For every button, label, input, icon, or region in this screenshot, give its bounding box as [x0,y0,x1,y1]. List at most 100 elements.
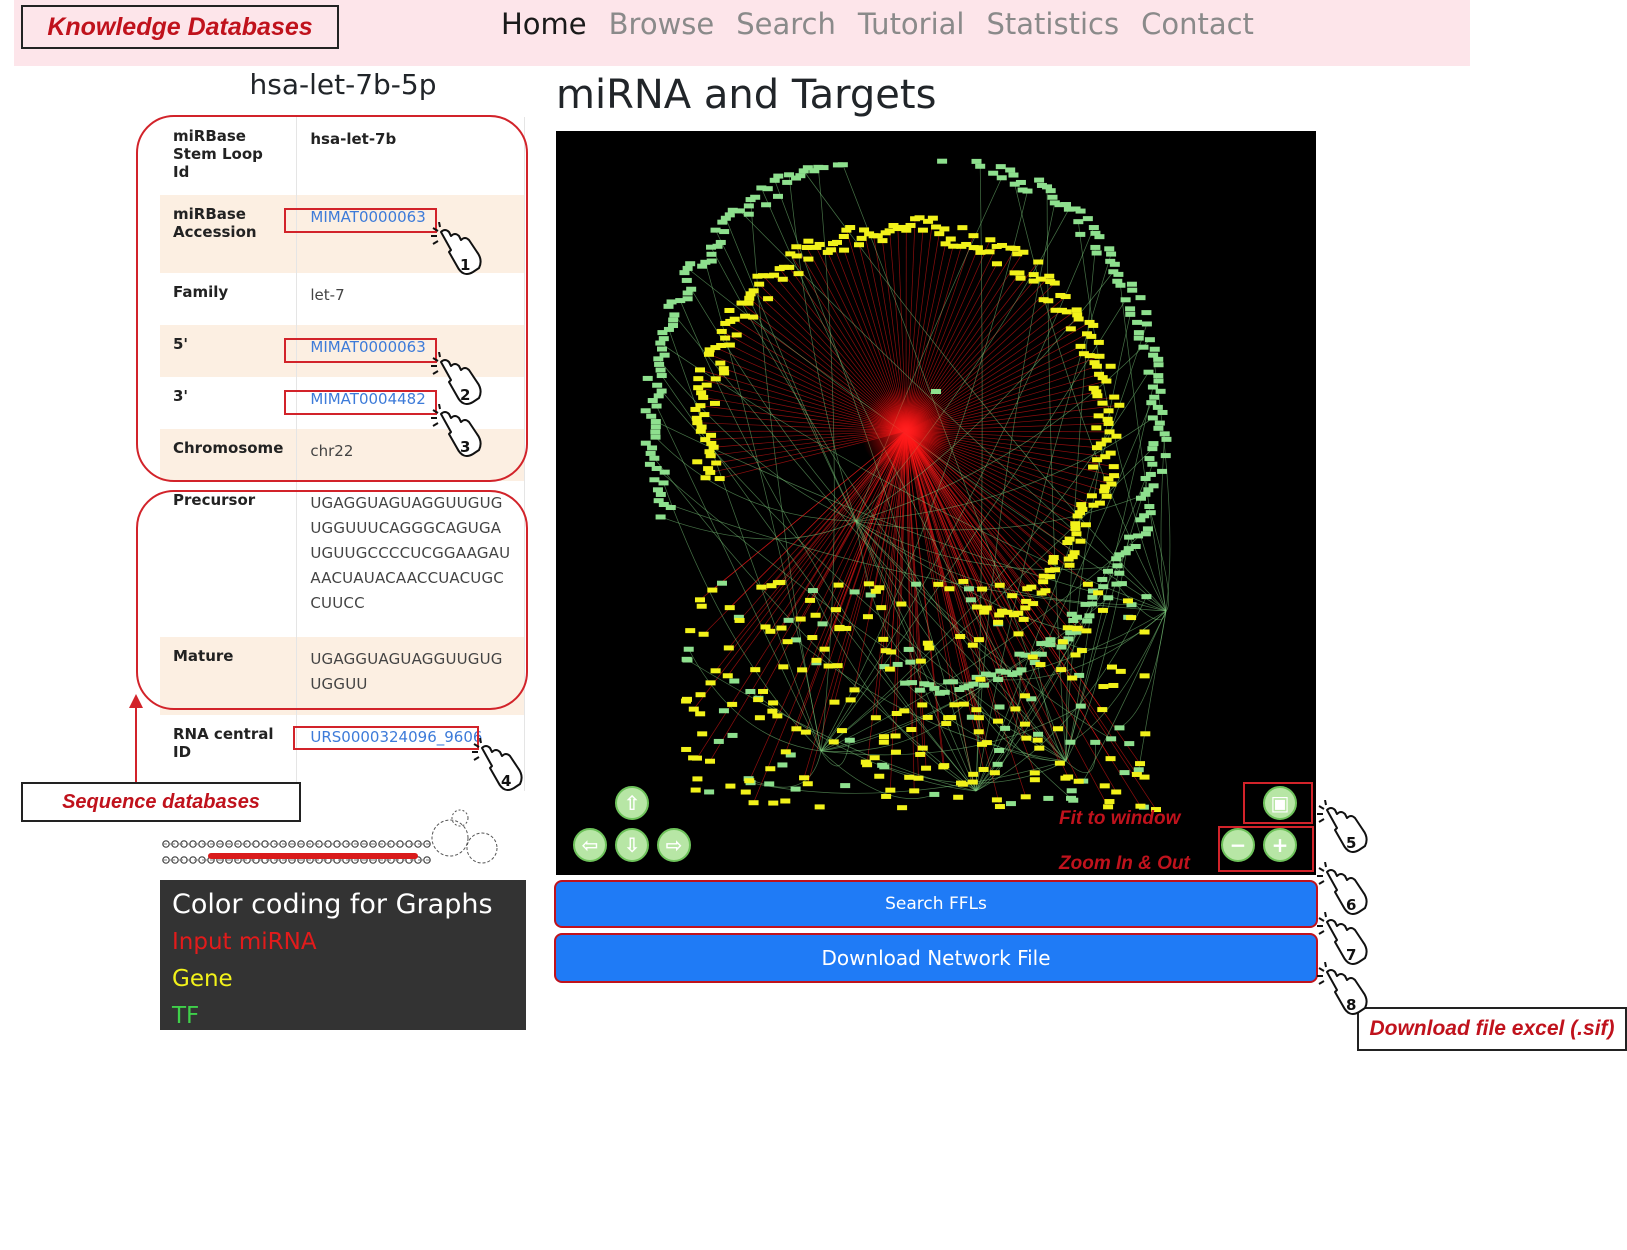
tf-node [685,261,696,267]
tf-node [795,173,806,179]
gene-node [692,776,703,782]
zoom-out-button[interactable]: − [1221,828,1255,862]
gene-node [1082,581,1093,587]
tf-node [1147,446,1158,452]
tf-node [704,789,715,795]
tf-node [1068,797,1079,803]
tf-node [1161,436,1172,442]
gene-node [905,222,916,228]
gene-node [1007,593,1018,599]
tf-node [782,179,793,185]
nav-contact[interactable]: Contact [1141,4,1254,44]
gene-node [748,800,759,806]
tf-node [1109,261,1120,267]
gene-node [800,729,811,735]
gene-node [878,734,889,740]
gene-node [955,634,966,640]
tf-node [1111,556,1122,562]
graph-edge [1046,186,1067,762]
gene-node [1010,706,1021,712]
tf-node [651,403,662,409]
tf-node [668,323,679,329]
tf-node [647,398,658,404]
mirbase-accession-link[interactable]: MIMAT0000063 [310,208,425,226]
zoom-in-button[interactable]: + [1263,828,1297,862]
gene-node [1111,433,1122,439]
gene-node [922,714,933,720]
tf-node [1075,703,1086,709]
tf-node [1127,287,1138,293]
tf-node [1119,770,1130,776]
gene-node [1065,326,1076,332]
gene-node [1070,525,1081,531]
gene-node [704,449,715,455]
gene-node [1101,378,1112,384]
gene-node [836,728,847,734]
tf-node [943,679,954,685]
gene-node [939,226,950,232]
network-graph-canvas[interactable]: ⇧ ⇦ ⇩ ⇨ ▣ − + Fit to window Zoom In & Ou… [556,131,1316,875]
tf-node [1084,613,1095,619]
gene-node [695,403,706,409]
gene-node [1139,629,1150,635]
tf-node [934,690,945,696]
tf-node [892,661,903,667]
nav-home[interactable]: Home [501,4,587,44]
gene-node [1086,333,1097,339]
gene-node [1029,770,1040,776]
gene-node [810,612,821,618]
gene-node [1014,270,1025,276]
gene-node [977,586,988,592]
tf-node [669,312,680,318]
tf-node [655,514,666,520]
gene-node [994,612,1005,618]
pan-up-button[interactable]: ⇧ [615,786,649,820]
nav-tutorial[interactable]: Tutorial [858,4,965,44]
gene-node [856,235,867,241]
gene-node [694,597,705,603]
gene-node [1131,771,1142,777]
tf-node [937,158,948,164]
gene-node [881,793,892,799]
gene-node [1104,429,1115,435]
pan-left-button[interactable]: ⇦ [573,828,607,862]
download-network-button[interactable]: Download Network File [556,935,1316,981]
tf-node [650,429,661,435]
fit-to-window-button[interactable]: ▣ [1263,786,1297,820]
gene-node [765,766,776,772]
pan-down-button[interactable]: ⇩ [615,828,649,862]
three-prime-link[interactable]: MIMAT0004482 [310,390,425,408]
search-ffls-button[interactable]: Search FFLs [556,882,1316,926]
tf-node [965,597,976,603]
gene-node [1109,394,1120,400]
rna-central-link[interactable]: URS0000324096_9606 [310,728,482,746]
tf-node [1133,330,1144,336]
tf-node [1087,594,1098,600]
gene-node [703,351,714,357]
nav-search[interactable]: Search [736,4,836,44]
tf-node [647,445,658,451]
table-row: Mature UGAGGUAGUAGGUUGUGUGGUU [160,637,525,715]
tf-node [988,170,999,176]
gene-node [1020,794,1031,800]
gene-node [1075,538,1086,544]
gene-node [768,800,779,806]
gene-node [884,666,895,672]
gene-node [922,640,933,646]
table-row: Precursor UGAGGUAGUAGGUUGUGUGGUUUCAGGGCA… [160,481,525,637]
nav-statistics[interactable]: Statistics [987,4,1120,44]
pan-right-button[interactable]: ⇨ [657,828,691,862]
gene-node [845,697,856,703]
gene-node [1018,249,1029,255]
nav-browse[interactable]: Browse [609,4,715,44]
tf-node [716,580,727,586]
gene-node [1088,464,1099,470]
gene-node [1019,693,1030,699]
tf-node [1153,425,1164,431]
gene-node [877,238,888,244]
gene-node [915,658,926,664]
five-prime-link[interactable]: MIMAT0000063 [310,338,425,356]
tf-node [1147,461,1158,467]
gene-node [769,272,780,278]
tf-node [1143,487,1154,493]
